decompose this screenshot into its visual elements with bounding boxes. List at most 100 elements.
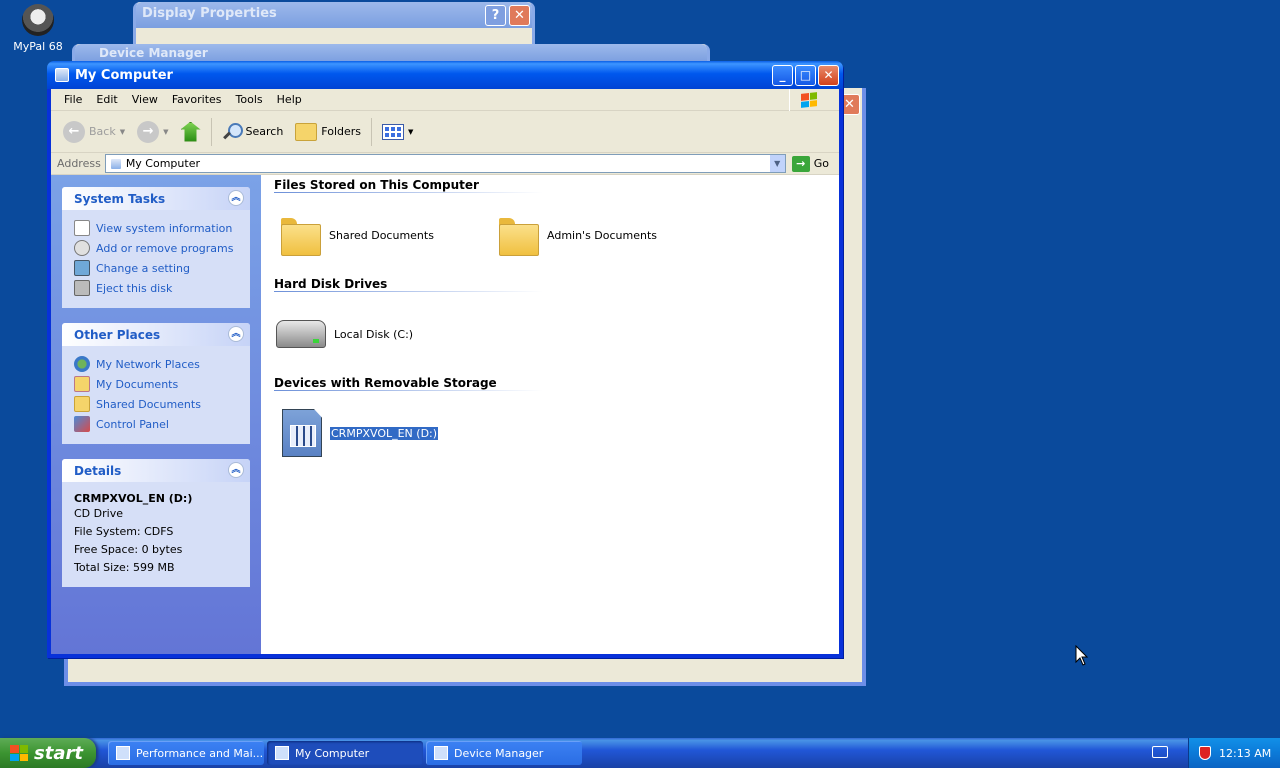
other-places-header[interactable]: Other Places ︽ [62,323,250,346]
menu-favorites[interactable]: Favorites [165,93,229,106]
system-info-icon [74,220,90,236]
chevron-down-icon: ▼ [163,127,169,136]
system-tasks-header[interactable]: System Tasks ︽ [62,187,250,210]
go-arrow-icon: → [791,155,810,172]
item-local-disk-c[interactable]: Local Disk (C:) [274,320,492,348]
task-change-setting[interactable]: Change a setting [74,258,238,278]
eject-icon [74,280,90,296]
search-icon [222,122,243,142]
back-label: Back [89,125,116,138]
taskbar-item-my-computer[interactable]: My Computer [267,741,423,765]
clock[interactable]: 12:13 AM [1219,747,1271,760]
menubar: File Edit View Favorites Tools Help [51,89,839,111]
menu-edit[interactable]: Edit [89,93,124,106]
toolbar: ← Back ▼ → ▼ Search Folders ▼ [51,111,839,153]
place-control-panel[interactable]: Control Panel [74,414,238,434]
folder-icon [281,216,321,256]
maximize-button[interactable]: □ [795,65,816,86]
start-label: start [34,742,83,764]
place-my-documents[interactable]: My Documents [74,374,238,394]
group-header-files: Files Stored on This Computer [274,178,542,193]
search-label: Search [245,125,284,138]
place-my-network-places[interactable]: My Network Places [74,354,238,374]
help-button[interactable]: ? [485,5,506,26]
back-button[interactable]: ← Back ▼ [59,118,129,146]
menu-tools[interactable]: Tools [229,93,270,106]
my-computer-window[interactable]: My Computer _ □ ✕ File Edit View Favorit… [47,61,843,658]
documents-icon [74,376,90,392]
place-shared-documents[interactable]: Shared Documents [74,394,238,414]
place-label: My Documents [96,377,179,391]
task-eject-disk[interactable]: Eject this disk [74,278,238,298]
task-view-system-information[interactable]: View system information [74,218,238,238]
add-remove-icon [74,240,90,256]
place-label: Shared Documents [96,397,201,411]
display-properties-titlebar[interactable]: Display Properties ? ✕ [136,2,532,28]
taskbar-item-label: Performance and Mai... [136,746,264,760]
device-manager-titlebar[interactable]: Device Manager [75,44,707,62]
details-type: CD Drive [74,507,123,520]
task-pane: System Tasks ︽ View system information A… [51,175,261,654]
forward-arrow-icon: → [137,120,160,143]
collapse-icon[interactable]: ︽ [228,462,244,478]
collapse-icon[interactable]: ︽ [228,326,244,342]
task-add-remove-programs[interactable]: Add or remove programs [74,238,238,258]
item-cd-drive-d[interactable]: CRMPXVOL_EN (D:) [274,409,492,457]
cd-drive-icon [282,409,322,457]
place-label: Control Panel [96,417,169,431]
menu-view[interactable]: View [125,93,165,106]
address-label: Address [57,157,101,170]
item-label: Admin's Documents [547,228,658,242]
go-button[interactable]: → Go [786,155,839,172]
folders-button[interactable]: Folders [291,120,365,144]
device-manager-icon [434,746,448,760]
menu-help[interactable]: Help [270,93,309,106]
minimize-button[interactable]: _ [772,65,793,86]
views-button[interactable]: ▼ [378,121,417,143]
search-button[interactable]: Search [218,119,288,145]
chevron-down-icon[interactable]: ▼ [768,155,785,172]
computer-icon [55,68,69,82]
item-shared-documents[interactable]: Shared Documents [274,216,492,256]
start-button[interactable]: start [0,738,96,768]
details-name: CRMPXVOL_EN (D:) [74,492,193,505]
details-header[interactable]: Details ︽ [62,459,250,482]
chevron-down-icon: ▼ [119,127,126,136]
removable-group: CRMPXVOL_EN (D:) [274,391,839,475]
up-folder-icon [180,121,201,142]
chevron-down-icon: ▼ [408,127,414,136]
system-tasks-panel: System Tasks ︽ View system information A… [62,187,250,308]
item-label: Local Disk (C:) [334,327,414,341]
network-icon [74,356,90,372]
security-shield-icon[interactable] [1199,746,1211,760]
control-panel-icon [116,746,130,760]
go-label: Go [813,157,829,170]
collapse-icon[interactable]: ︽ [228,190,244,206]
display-properties-title: Display Properties [142,6,277,21]
menu-file[interactable]: File [57,93,89,106]
folders-label: Folders [321,125,362,138]
details-free-space: Free Space: 0 bytes [74,543,183,556]
address-input[interactable]: My Computer ▼ [104,154,786,173]
system-tray: 12:13 AM [1188,738,1280,768]
taskbar-item-label: Device Manager [454,746,544,760]
desktop-icon-mypal[interactable]: MyPal 68 [10,4,66,53]
task-label: View system information [96,221,233,235]
other-places-title: Other Places [74,328,161,342]
details-file-system: File System: CDFS [74,525,174,538]
address-value: My Computer [125,157,200,170]
item-admins-documents[interactable]: Admin's Documents [492,216,710,256]
window-titlebar[interactable]: My Computer _ □ ✕ [47,61,843,89]
close-button[interactable]: ✕ [818,65,839,86]
task-label: Add or remove programs [96,241,234,255]
item-label: Shared Documents [329,228,434,242]
control-panel-icon [74,260,90,276]
taskbar-item-device-manager[interactable]: Device Manager [426,741,582,765]
taskbar-item-performance[interactable]: Performance and Mai... [108,741,264,765]
keyboard-icon[interactable] [1152,746,1168,758]
address-bar: Address My Computer ▼ → Go [51,153,839,175]
folder-icon [499,216,539,256]
forward-button[interactable]: → ▼ [133,118,172,146]
close-button[interactable]: ✕ [509,5,530,26]
up-button[interactable] [177,119,205,145]
